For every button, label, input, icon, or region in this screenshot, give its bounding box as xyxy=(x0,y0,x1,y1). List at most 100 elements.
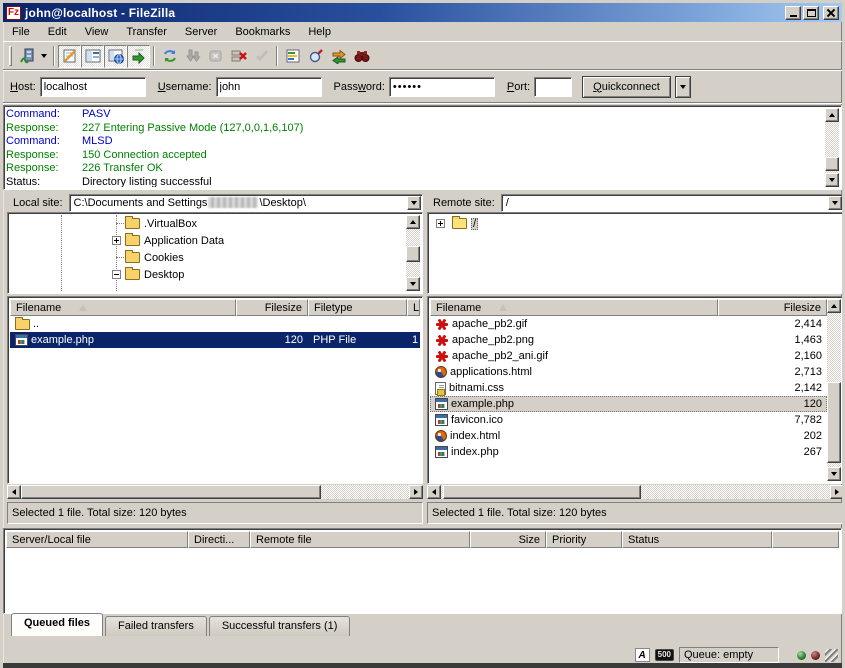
tab-successful-transfers[interactable]: Successful transfers (1) xyxy=(209,616,351,636)
local-site-dropdown[interactable] xyxy=(407,196,421,210)
menu-transfer[interactable]: Transfer xyxy=(117,23,176,41)
remote-file-list[interactable]: Filename Filesize apache_pb2.gif 2,414 a… xyxy=(427,296,844,484)
column-filesize[interactable]: Filesize xyxy=(718,299,827,316)
collapse-minus-icon[interactable] xyxy=(112,270,121,279)
tab-failed-transfers[interactable]: Failed transfers xyxy=(105,616,207,636)
scroll-track[interactable] xyxy=(827,313,841,467)
menu-view[interactable]: View xyxy=(76,23,118,41)
local-list-hscrollbar[interactable] xyxy=(7,485,423,499)
scroll-track[interactable] xyxy=(441,485,830,499)
file-row[interactable]: index.php 267 xyxy=(430,444,827,460)
column-lastmodified[interactable]: L xyxy=(407,299,420,316)
site-manager-button[interactable] xyxy=(15,45,38,68)
speed-limit-icon[interactable]: 500 xyxy=(655,649,674,661)
port-input[interactable] xyxy=(534,77,572,97)
column-priority[interactable]: Priority xyxy=(546,531,622,548)
scroll-thumb[interactable] xyxy=(406,246,420,262)
local-tree-scrollbar[interactable] xyxy=(406,215,420,291)
scroll-left-button[interactable] xyxy=(427,485,441,499)
toggle-queue-button[interactable] xyxy=(127,45,150,68)
file-row[interactable]: apache_pb2.png 1,463 xyxy=(430,332,827,348)
scroll-thumb[interactable] xyxy=(827,382,841,463)
remote-list-body[interactable]: apache_pb2.gif 2,414 apache_pb2.png 1,46… xyxy=(430,316,827,481)
remote-list-scrollbar[interactable] xyxy=(827,299,841,481)
tab-queued-files[interactable]: Queued files xyxy=(11,613,103,636)
menu-server[interactable]: Server xyxy=(176,23,226,41)
file-row[interactable]: apache_pb2_ani.gif 2,160 xyxy=(430,348,827,364)
column-size[interactable]: Size xyxy=(470,531,546,548)
filter-button[interactable] xyxy=(281,45,304,68)
remote-site-dropdown[interactable] xyxy=(828,196,842,210)
column-filesize[interactable]: Filesize xyxy=(236,299,308,316)
tree-item-root[interactable]: / xyxy=(430,215,841,232)
disconnect-button[interactable] xyxy=(227,45,250,68)
resize-grip[interactable] xyxy=(825,649,838,662)
scroll-track[interactable] xyxy=(406,229,420,277)
local-site-combo[interactable]: C:\Documents and Settings\Desktop\ xyxy=(69,194,423,212)
expand-plus-icon[interactable] xyxy=(112,236,121,245)
expand-plus-icon[interactable] xyxy=(436,219,445,228)
maximize-button[interactable] xyxy=(803,6,819,20)
refresh-button[interactable] xyxy=(158,45,181,68)
scroll-down-button[interactable] xyxy=(827,467,841,481)
minimize-button[interactable] xyxy=(785,6,801,20)
cancel-button[interactable] xyxy=(204,45,227,68)
log-scrollbar[interactable] xyxy=(825,108,839,187)
column-filename[interactable]: Filename xyxy=(430,299,718,316)
host-input[interactable] xyxy=(40,77,146,97)
close-button[interactable] xyxy=(823,6,839,20)
menu-help[interactable]: Help xyxy=(299,23,340,41)
compare-button[interactable] xyxy=(304,45,327,68)
toggle-log-button[interactable] xyxy=(58,45,81,68)
column-filename[interactable]: Filename xyxy=(10,299,236,316)
scroll-thumb[interactable] xyxy=(825,157,839,171)
local-directory-tree[interactable]: .VirtualBox Application Data Cookies Des… xyxy=(7,212,423,294)
file-row[interactable]: favicon.ico 7,782 xyxy=(430,412,827,428)
file-row[interactable]: index.html 202 xyxy=(430,428,827,444)
file-row[interactable]: bitnami.css 2,142 xyxy=(430,380,827,396)
column-server-local-file[interactable]: Server/Local file xyxy=(6,531,188,548)
message-log[interactable]: Command:PASV Response:227 Entering Passi… xyxy=(3,105,842,190)
local-list-body[interactable]: .. example.php 120 PHP File 1 xyxy=(10,316,420,481)
menu-edit[interactable]: Edit xyxy=(39,23,76,41)
scroll-thumb[interactable] xyxy=(21,485,321,499)
username-input[interactable] xyxy=(216,77,322,97)
column-direction[interactable]: Directi... xyxy=(188,531,250,548)
remote-site-combo[interactable]: / xyxy=(501,194,844,212)
scroll-down-button[interactable] xyxy=(825,173,839,187)
site-manager-dropdown[interactable] xyxy=(38,45,50,68)
file-row-parent[interactable]: .. xyxy=(10,316,420,332)
column-status[interactable]: Status xyxy=(622,531,772,548)
toolbar-grip[interactable] xyxy=(9,46,12,66)
file-row-example-php[interactable]: example.php 120 PHP File 1 xyxy=(10,332,420,348)
scroll-right-button[interactable] xyxy=(409,485,423,499)
scroll-thumb[interactable] xyxy=(443,485,641,499)
menu-bookmarks[interactable]: Bookmarks xyxy=(226,23,299,41)
file-row-selected[interactable]: example.php 120 xyxy=(430,396,827,412)
transfer-queue[interactable]: Server/Local file Directi... Remote file… xyxy=(3,528,842,614)
queue-body[interactable] xyxy=(6,548,839,611)
scroll-up-button[interactable] xyxy=(827,299,841,313)
quickconnect-button[interactable]: Quickconnect xyxy=(582,76,671,98)
find-button[interactable] xyxy=(350,45,373,68)
column-filetype[interactable]: Filetype xyxy=(308,299,407,316)
toggle-remote-tree-button[interactable] xyxy=(104,45,127,68)
title-bar[interactable]: Fz john@localhost - FileZilla xyxy=(3,3,842,22)
file-row[interactable]: applications.html 2,713 xyxy=(430,364,827,380)
remote-list-hscrollbar[interactable] xyxy=(427,485,844,499)
toggle-local-tree-button[interactable] xyxy=(81,45,104,68)
tree-item-cookies[interactable]: Cookies xyxy=(10,249,420,266)
scroll-track[interactable] xyxy=(21,485,409,499)
menu-file[interactable]: File xyxy=(3,23,39,41)
local-file-list[interactable]: Filename Filesize Filetype L .. example.… xyxy=(7,296,423,484)
remote-directory-tree[interactable]: / xyxy=(427,212,844,294)
tree-item-application-data[interactable]: Application Data xyxy=(10,232,420,249)
password-input[interactable] xyxy=(389,77,495,97)
process-queue-button[interactable] xyxy=(181,45,204,68)
scroll-up-button[interactable] xyxy=(406,215,420,229)
quickconnect-dropdown[interactable] xyxy=(675,76,691,98)
verify-button[interactable] xyxy=(250,45,273,68)
tree-item-desktop[interactable]: Desktop xyxy=(10,266,420,283)
scroll-down-button[interactable] xyxy=(406,277,420,291)
file-row[interactable]: apache_pb2.gif 2,414 xyxy=(430,316,827,332)
